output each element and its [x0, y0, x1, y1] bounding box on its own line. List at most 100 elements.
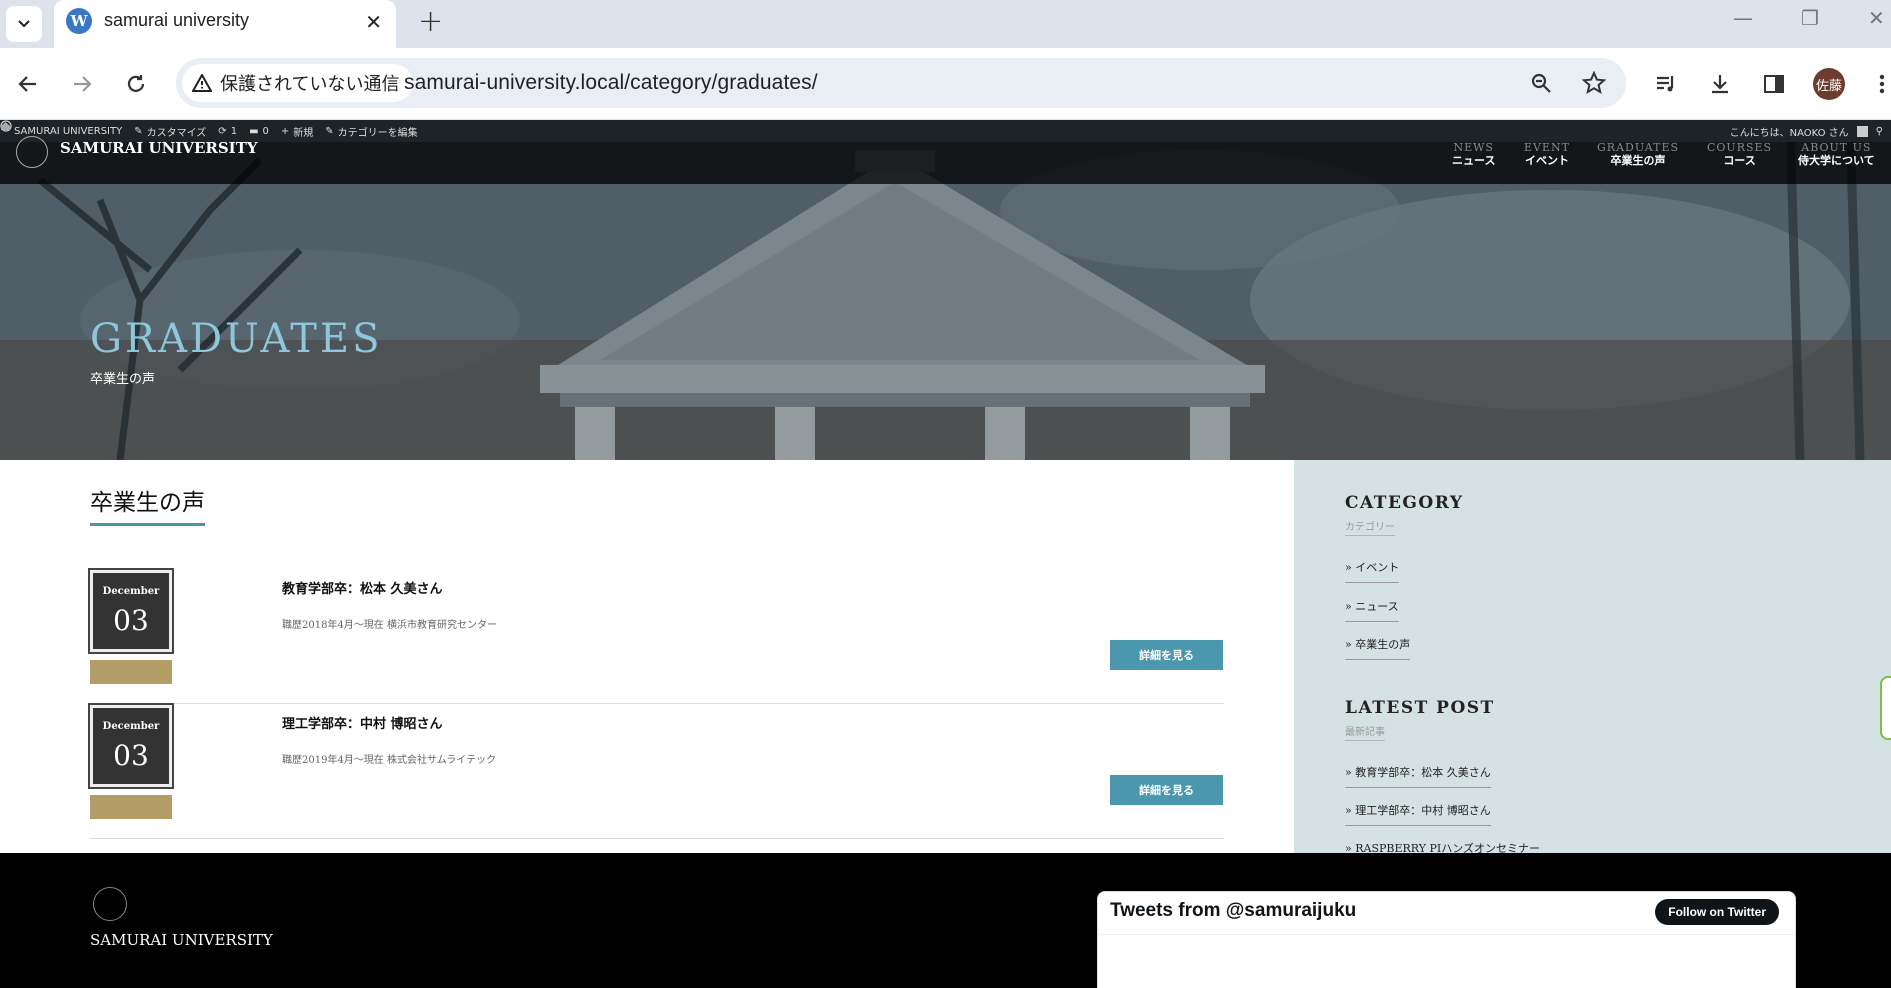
site-logo-icon[interactable]	[16, 136, 48, 168]
nav-event-en: EVENT	[1524, 141, 1570, 154]
post-month: December	[102, 721, 160, 732]
home-icon	[1, 122, 10, 130]
reload-icon	[127, 75, 145, 92]
hero-title: GRADUATES	[90, 316, 383, 362]
admin-edit-category-link[interactable]: ✎ カテゴリーを編集	[325, 124, 417, 139]
back-button[interactable]	[10, 66, 46, 102]
url-text[interactable]: samurai-university.local/category/gradua…	[404, 71, 818, 95]
nav-graduates[interactable]: GRADUATES 卒業生の声	[1597, 142, 1679, 168]
profile-avatar[interactable]: 佐藤	[1813, 68, 1845, 100]
chevron-down-icon	[18, 20, 30, 28]
comment-icon: ▬	[249, 125, 259, 137]
minimize-button[interactable]: —	[1733, 6, 1753, 30]
read-more-button[interactable]: 詳細を見る	[1110, 640, 1223, 670]
browser-menu-button[interactable]	[1866, 68, 1891, 100]
wordpress-icon: W	[66, 8, 92, 34]
post-day: 03	[113, 604, 149, 637]
hero-subtitle: 卒業生の声	[90, 372, 156, 387]
nav-about[interactable]: ABOUT US 侍大学について	[1798, 142, 1875, 168]
nav-graduates-ja: 卒業生の声	[1610, 154, 1666, 167]
footer-site-name[interactable]: SAMURAI UNIVERSITY	[90, 931, 273, 949]
sidebar-category-link[interactable]: » 卒業生の声	[1345, 636, 1411, 660]
close-window-button[interactable]: ✕	[1868, 6, 1885, 30]
follow-on-twitter-button[interactable]: Follow on Twitter	[1655, 899, 1779, 925]
post-title[interactable]: 教育学部卒：松本 久美さん	[282, 578, 443, 597]
sidebar-latest-link[interactable]: » 教育学部卒：松本 久美さん	[1345, 764, 1491, 788]
nav-about-ja: 侍大学について	[1798, 154, 1875, 167]
admin-updates-link[interactable]: ⟳ 1	[218, 126, 237, 137]
arrow-right-icon	[74, 76, 92, 92]
post-excerpt: 職歴2018年4月〜現在 横浜市教育研究センター	[282, 620, 497, 631]
sidebar-category-link[interactable]: » ニュース	[1345, 598, 1399, 622]
hero-banner: GRADUATES 卒業生の声 SAMURAI UNIVERSITY ✎ カスタ…	[0, 120, 1891, 460]
kebab-menu-icon	[1879, 74, 1885, 94]
post-title[interactable]: 理工学部卒：中村 博昭さん	[282, 713, 443, 732]
active-tab[interactable]: W samurai university ✕	[54, 0, 396, 48]
site-name[interactable]: SAMURAI UNIVERSITY	[60, 139, 258, 157]
side-panel-icon	[1764, 75, 1784, 93]
admin-comments-link[interactable]: ▬ 0	[249, 126, 269, 137]
archive-heading: 卒業生の声	[90, 483, 205, 526]
tab-title: samurai university	[104, 10, 250, 30]
nav-news[interactable]: NEWS ニュース	[1452, 142, 1495, 168]
admin-greeting[interactable]: こんにちは、NAOKO さん	[1730, 124, 1849, 139]
admin-comments-count: 0	[262, 125, 269, 137]
media-control-button[interactable]	[1650, 68, 1682, 100]
nav-courses-en: COURSES	[1707, 141, 1773, 154]
sidebar-latest-link[interactable]: » 理工学部卒：中村 博昭さん	[1345, 802, 1491, 826]
address-bar[interactable]: 保護されていない通信 samurai-university.local/cate…	[176, 58, 1626, 108]
nav-courses-ja: コース	[1723, 154, 1756, 167]
forward-button[interactable]	[64, 66, 100, 102]
nav-about-en: ABOUT US	[1801, 141, 1872, 154]
browser-toolbar: 保護されていない通信 samurai-university.local/cate…	[0, 48, 1891, 120]
sidebar: CATEGORY カテゴリー » イベント » ニュース » 卒業生の声 LAT…	[1294, 460, 1891, 864]
post-item: December 03 理工学部卒：中村 博昭さん 職歴2019年4月〜現在 株…	[88, 703, 1224, 839]
plus-icon: +	[280, 125, 290, 137]
admin-new-label: 新規	[293, 127, 314, 139]
floating-widget-tab[interactable]	[1880, 676, 1891, 740]
new-tab-button[interactable]: +	[418, 4, 443, 39]
warning-icon	[192, 74, 212, 92]
read-more-button[interactable]: 詳細を見る	[1110, 775, 1223, 805]
nav-courses[interactable]: COURSES コース	[1707, 142, 1772, 168]
tab-close-button[interactable]: ✕	[365, 10, 382, 34]
nav-event-ja: イベント	[1524, 154, 1569, 167]
zoom-icon	[1531, 73, 1551, 93]
admin-search-icon[interactable]: ⚲	[1876, 126, 1883, 137]
downloads-button[interactable]	[1704, 68, 1736, 100]
admin-new-link[interactable]: + 新規	[281, 124, 313, 139]
admin-customize-link[interactable]: ✎ カスタマイズ	[134, 124, 206, 139]
tweet-item[interactable]	[1098, 934, 1795, 964]
admin-site-link[interactable]: SAMURAI UNIVERSITY	[1, 122, 122, 137]
nav-event[interactable]: EVENT イベント	[1524, 142, 1570, 168]
admin-edit-category-label: カテゴリーを編集	[337, 127, 418, 139]
post-excerpt: 職歴2019年4月〜現在 株式会社サムライテック	[282, 755, 497, 766]
twitter-timeline[interactable]: Tweets from @samuraijuku Follow on Twitt…	[1097, 891, 1796, 988]
admin-customize-label: カスタマイズ	[146, 127, 207, 139]
security-chip[interactable]: 保護されていない通信	[182, 64, 414, 102]
category-subheading: カテゴリー	[1345, 518, 1395, 536]
nav-news-ja: ニュース	[1452, 154, 1496, 167]
tab-search-button[interactable]	[6, 6, 42, 42]
latest-subheading: 最新記事	[1345, 723, 1385, 741]
security-label: 保護されていない通信	[220, 74, 400, 95]
pencil-icon: ✎	[325, 125, 334, 137]
post-category-bar	[90, 795, 172, 819]
user-avatar-icon[interactable]	[1856, 125, 1868, 137]
bookmark-button[interactable]	[1581, 70, 1607, 96]
browser-tab-strip: W samurai university ✕ + — ❐ ✕	[0, 0, 1891, 48]
update-icon: ⟳	[218, 125, 227, 137]
post-date: December 03	[88, 568, 174, 654]
zoom-button[interactable]	[1528, 70, 1554, 96]
restore-button[interactable]: ❐	[1801, 6, 1819, 30]
side-panel-button[interactable]	[1758, 68, 1790, 100]
twitter-timeline-title: Tweets from @samuraijuku	[1110, 900, 1357, 921]
reload-button[interactable]	[118, 66, 154, 102]
post-date: December 03	[88, 703, 174, 789]
site-header: SAMURAI UNIVERSITY NEWS ニュース EVENT イベント …	[0, 136, 1891, 184]
star-icon	[1582, 71, 1606, 95]
sidebar-category-link[interactable]: » イベント	[1345, 559, 1400, 583]
latest-heading: LATEST POST	[1345, 698, 1495, 718]
footer-logo-icon[interactable]	[93, 887, 127, 921]
category-heading: CATEGORY	[1345, 493, 1464, 513]
